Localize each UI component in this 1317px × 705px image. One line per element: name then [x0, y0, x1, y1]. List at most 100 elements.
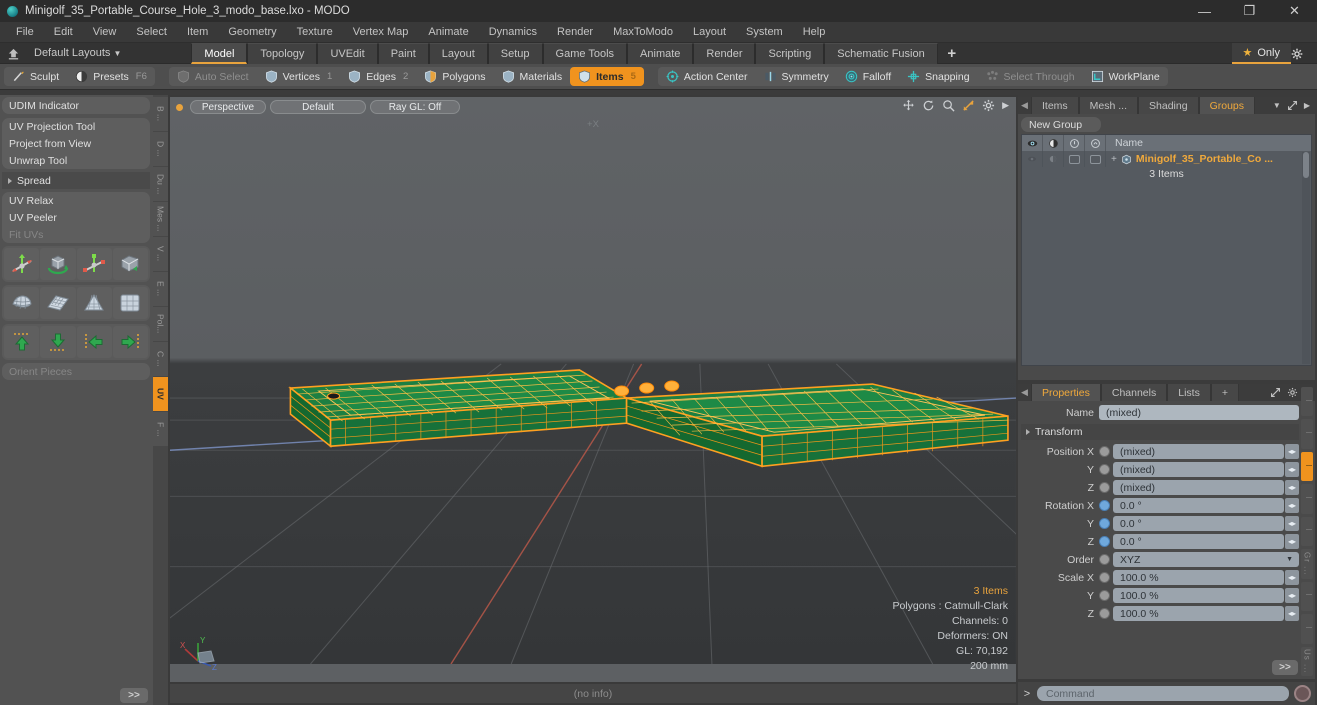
props-expand-icon[interactable] — [1270, 387, 1281, 398]
uv-grid-map-icon[interactable] — [112, 287, 148, 319]
property-stepper-arrows[interactable]: ◂▸ — [1285, 498, 1299, 513]
menu-item-select[interactable]: Select — [126, 22, 177, 43]
properties-side-cell-6[interactable]: ⠇ — [1301, 581, 1313, 612]
uv-peeler-button[interactable]: UV Peeler — [2, 209, 150, 226]
uv-cube-rotate-icon[interactable] — [40, 248, 76, 280]
expand-panel-icon[interactable] — [1287, 100, 1298, 111]
property-stepper-arrows[interactable]: ◂▸ — [1285, 516, 1299, 531]
toolbar-button-auto-select[interactable]: Auto Select — [169, 67, 257, 86]
order-dropdown[interactable]: XYZ ▼ — [1113, 552, 1299, 567]
left-vtab-v-4[interactable]: V ... — [153, 237, 168, 271]
align-down-icon[interactable] — [40, 326, 76, 358]
chevron-right-icon[interactable]: ▶ — [1002, 101, 1009, 110]
zoom-icon[interactable] — [942, 99, 955, 112]
order-radio[interactable] — [1099, 554, 1110, 565]
eye-column-icon[interactable] — [1022, 135, 1043, 151]
layout-tab-setup[interactable]: Setup — [487, 42, 543, 64]
close-button[interactable]: ✕ — [1272, 0, 1317, 22]
name-input[interactable]: (mixed) — [1099, 405, 1299, 420]
shading-column-icon[interactable] — [1043, 135, 1064, 151]
uv-planar-map-icon[interactable] — [40, 287, 76, 319]
properties-side-cell-4[interactable]: ⠇ — [1301, 516, 1313, 547]
properties-tab-properties[interactable]: Properties — [1031, 384, 1101, 401]
left-vtab-f-9[interactable]: F ... — [153, 412, 168, 446]
toolbar-button-polygons[interactable]: Polygons — [416, 67, 493, 86]
toolbar-button-sculpt[interactable]: Sculpt — [4, 67, 67, 86]
menu-item-vertex-map[interactable]: Vertex Map — [343, 22, 419, 43]
properties-more-button[interactable]: >> — [1272, 660, 1298, 675]
left-vtab-du-2[interactable]: Du ... — [153, 167, 168, 201]
layout-tab-paint[interactable]: Paint — [377, 42, 429, 64]
layout-tab-animate[interactable]: Animate — [627, 42, 694, 64]
property-stepper-arrows[interactable]: ◂▸ — [1285, 570, 1299, 585]
uv-projection-tool-button[interactable]: UV Projection Tool — [2, 118, 150, 135]
layout-tab-uvedit[interactable]: UVEdit — [317, 42, 378, 64]
tree-expand-icon[interactable]: + — [1111, 154, 1117, 165]
tree-item-row[interactable]: + Minigolf_35_Portable_Co ... — [1022, 151, 1311, 167]
menu-item-item[interactable]: Item — [177, 22, 218, 43]
property-value-input[interactable]: 0.0 ° — [1113, 534, 1284, 549]
settings-gear-icon[interactable] — [1291, 48, 1317, 60]
menu-item-maxtomodo[interactable]: MaxToModo — [603, 22, 683, 43]
3d-viewport[interactable]: Perspective Default Ray GL: Off ▶ +X 3 I… — [170, 97, 1016, 682]
left-vtab-e-5[interactable]: E ... — [153, 272, 168, 306]
row-render-toggle[interactable] — [1085, 151, 1106, 167]
record-icon[interactable] — [1294, 685, 1311, 702]
props-gear-icon[interactable] — [1287, 387, 1298, 398]
menu-item-geometry[interactable]: Geometry — [218, 22, 286, 43]
toolbar-button-items[interactable]: Items 5 — [570, 67, 644, 86]
properties-side-cell-8[interactable]: Us ... — [1301, 646, 1313, 676]
properties-side-cell-0[interactable]: ⠇ — [1301, 387, 1313, 417]
tree-item-name-cell[interactable]: + Minigolf_35_Portable_Co ... — [1106, 151, 1311, 167]
command-input[interactable]: Command — [1037, 686, 1289, 701]
new-group-button[interactable]: New Group — [1021, 117, 1101, 132]
viewport-shading-dropdown[interactable]: Default — [270, 100, 366, 114]
left-vtab-c-7[interactable]: C ... — [153, 342, 168, 376]
layout-tab-layout[interactable]: Layout — [428, 42, 488, 64]
spread-section-header[interactable]: Spread — [2, 172, 150, 189]
toolbar-button-action-center[interactable]: Action Center — [658, 67, 756, 86]
layout-tab-render[interactable]: Render — [693, 42, 756, 64]
toolbar-button-select-through[interactable]: Select Through — [978, 67, 1083, 86]
default-layouts-dropdown[interactable]: Default Layouts ▼ — [26, 47, 129, 59]
properties-side-cell-5[interactable]: Gr ... — [1301, 549, 1313, 579]
property-stepper-arrows[interactable]: ◂▸ — [1285, 534, 1299, 549]
property-value-input[interactable]: 100.0 % — [1113, 570, 1284, 585]
properties-tab-channels[interactable]: Channels — [1100, 384, 1168, 401]
right-tab-mesh[interactable]: Mesh ... — [1078, 97, 1139, 114]
align-right-icon[interactable] — [112, 326, 148, 358]
properties-side-cell-7[interactable]: ⠇ — [1301, 614, 1313, 644]
layout-tab-model[interactable]: Model — [191, 42, 248, 64]
property-key-toggle[interactable] — [1099, 608, 1110, 619]
udim-indicator-button[interactable]: UDIM Indicator — [2, 97, 150, 114]
property-stepper-arrows[interactable]: ◂▸ — [1285, 606, 1299, 621]
uv-axis-move-icon[interactable] — [4, 248, 40, 280]
toolbar-button-vertices[interactable]: Vertices 1 — [257, 67, 341, 86]
layout-tab-game-tools[interactable]: Game Tools — [542, 42, 628, 64]
align-left-icon[interactable] — [76, 326, 112, 358]
row-eye-toggle[interactable] — [1022, 151, 1043, 167]
tree-scrollbar[interactable] — [1302, 152, 1310, 364]
left-vtab-b-0[interactable]: B ... — [153, 97, 168, 131]
uv-axis-scale-icon[interactable] — [76, 248, 112, 280]
property-key-toggle[interactable] — [1099, 446, 1110, 457]
left-vtab-mes-3[interactable]: Mes ... — [153, 202, 168, 236]
property-value-input[interactable]: (mixed) — [1113, 462, 1284, 477]
menu-item-file[interactable]: File — [6, 22, 44, 43]
left-panel-more-button[interactable]: >> — [120, 688, 148, 703]
uv-conic-map-icon[interactable] — [76, 287, 112, 319]
props-scroll-left-icon[interactable]: ◀ — [1018, 384, 1031, 401]
properties-side-strip[interactable]: ⠇ ⠇ ⠇ ⠇ ⠇ Gr ... ⠇ ⠇ Us ... — [1301, 387, 1313, 676]
menu-item-texture[interactable]: Texture — [287, 22, 343, 43]
property-key-toggle[interactable] — [1099, 500, 1110, 511]
viewport-view-mode-dropdown[interactable]: Perspective — [190, 100, 266, 114]
property-key-toggle[interactable] — [1099, 572, 1110, 583]
left-vtab-uv-8[interactable]: UV — [153, 377, 168, 411]
fit-view-icon[interactable] — [962, 99, 975, 112]
add-layout-button[interactable]: + — [938, 43, 966, 64]
property-key-toggle[interactable] — [1099, 590, 1110, 601]
uv-cylindrical-map-icon[interactable] — [4, 287, 40, 319]
panel-menu-icon[interactable]: ▶ — [1304, 101, 1310, 110]
properties-tab-lists[interactable]: Lists — [1167, 384, 1211, 401]
layout-tab-topology[interactable]: Topology — [247, 42, 318, 64]
